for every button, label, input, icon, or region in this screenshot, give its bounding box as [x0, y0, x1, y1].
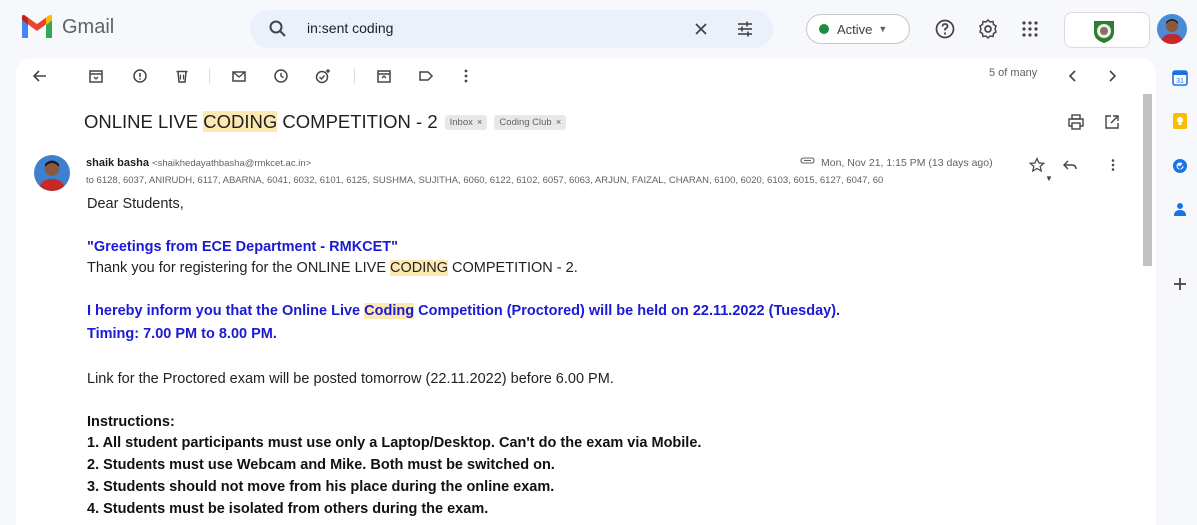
sender-name[interactable]: shaik basha [86, 157, 149, 169]
delete-icon[interactable] [172, 66, 192, 86]
subject-text: COMPETITION - 2 [277, 111, 438, 132]
inform-line: I hereby inform you that the Online Live… [87, 303, 840, 319]
remove-label-icon[interactable]: × [477, 117, 483, 128]
email-subject: ONLINE LIVE CODING COMPETITION - 2 [84, 111, 438, 133]
archive-icon[interactable] [86, 66, 106, 86]
calendar-icon[interactable]: 31 [1170, 68, 1190, 88]
next-icon[interactable] [1102, 66, 1122, 86]
back-icon[interactable] [30, 66, 50, 86]
pagination-text: 5 of many [989, 67, 1038, 79]
message-toolbar: 5 of many [16, 58, 1156, 92]
app-name: Gmail [62, 15, 115, 38]
status-label: Active [837, 21, 873, 37]
svg-text:31: 31 [1176, 78, 1184, 85]
print-icon[interactable] [1067, 113, 1085, 131]
instructions-title: Instructions: [87, 414, 175, 430]
email-date: Mon, Nov 21, 1:15 PM (13 days ago) [821, 157, 993, 169]
prev-icon[interactable] [1063, 66, 1083, 86]
star-icon[interactable] [1029, 157, 1045, 173]
contacts-icon[interactable] [1170, 199, 1190, 219]
instruction-item: 2. Students must use Webcam and Mike. Bo… [87, 457, 555, 473]
label-chip-text: Inbox [449, 116, 473, 128]
thanks-highlight: CODING [390, 260, 449, 276]
recipients-expand-icon[interactable]: ▼ [1045, 174, 1053, 183]
gmail-logo[interactable]: Gmail [20, 14, 114, 40]
open-new-window-icon[interactable] [1103, 113, 1121, 131]
inform-text: I hereby inform you that the Online Live [87, 303, 365, 319]
snooze-icon[interactable] [271, 66, 291, 86]
timing-line: Timing: 7.00 PM to 8.00 PM. [87, 326, 277, 342]
instruction-item: 3. Students should not move from his pla… [87, 479, 555, 495]
toolbar-divider [354, 68, 355, 84]
side-panel-rail: 31 [1163, 58, 1197, 525]
link-line: Link for the Proctored exam will be post… [87, 371, 614, 387]
greetings-line: "Greetings from ECE Department - RMKCET" [87, 239, 399, 255]
scrollbar-thumb[interactable] [1143, 94, 1152, 266]
label-chip-coding-club[interactable]: Coding Club × [494, 114, 567, 130]
instruction-item: 4. Students must be isolated from others… [87, 501, 489, 517]
inform-text: Competition (Proctored) will be held on … [414, 303, 841, 319]
filter-icon[interactable] [735, 19, 755, 39]
add-task-icon[interactable] [313, 66, 333, 86]
inform-highlight: Coding [364, 303, 415, 319]
avatar-image [1157, 14, 1187, 44]
apps-icon[interactable] [1018, 17, 1042, 41]
organization-logo[interactable] [1064, 12, 1150, 48]
email-card: 5 of many ONLINE LIVE CODING COMPETITION… [16, 58, 1156, 525]
clear-icon[interactable] [691, 19, 711, 39]
date-line: Mon, Nov 21, 1:15 PM (13 days ago) [799, 157, 993, 169]
status-dot [819, 24, 829, 34]
gmail-m-icon [22, 15, 52, 38]
subject-row: ONLINE LIVE CODING COMPETITION - 2 Inbox… [84, 108, 567, 136]
subject-highlight: CODING [203, 111, 278, 132]
more-options-icon[interactable] [456, 66, 476, 86]
attachment-icon [800, 157, 815, 164]
keep-icon[interactable] [1170, 111, 1190, 131]
mark-unread-icon[interactable] [229, 66, 249, 86]
top-bar: Gmail in:sent coding Active ▼ [0, 0, 1197, 58]
label-chip-text: Coding Club [499, 116, 552, 128]
sender-line: shaik basha <shaikhedayathbasha@rmkcet.a… [86, 157, 311, 169]
search-bar[interactable]: in:sent coding [250, 10, 773, 48]
sender-avatar[interactable] [34, 155, 70, 191]
sender-email: <shaikhedayathbasha@rmkcet.ac.in> [152, 158, 312, 169]
thanks-text: Thank you for registering for the ONLINE… [87, 260, 391, 276]
subject-text: ONLINE LIVE [84, 111, 204, 132]
greeting-text: Dear Students, [87, 196, 184, 212]
thanks-text: COMPETITION - 2. [448, 260, 578, 276]
move-to-icon[interactable] [374, 66, 394, 86]
account-avatar[interactable] [1157, 14, 1187, 44]
remove-label-icon[interactable]: × [556, 117, 562, 128]
college-seal-icon [1094, 21, 1114, 43]
toolbar-divider [209, 68, 210, 84]
label-chip-inbox[interactable]: Inbox × [444, 114, 488, 130]
status-dropdown[interactable]: Active ▼ [806, 14, 910, 44]
report-spam-icon[interactable] [130, 66, 150, 86]
tasks-icon[interactable] [1170, 156, 1190, 176]
recipients-line: to 6128, 6037, ANIRUDH, 6117, ABARNA, 60… [86, 175, 884, 186]
search-icon[interactable] [268, 19, 288, 39]
add-icon[interactable] [1170, 274, 1190, 294]
thanks-line: Thank you for registering for the ONLINE… [87, 260, 578, 276]
search-input[interactable]: in:sent coding [307, 20, 393, 36]
help-icon[interactable] [933, 17, 957, 41]
label-icon[interactable] [416, 66, 436, 86]
instruction-item: 1. All student participants must use onl… [87, 435, 702, 451]
reply-icon[interactable] [1062, 157, 1078, 173]
settings-icon[interactable] [976, 17, 1000, 41]
sender-photo [34, 155, 70, 191]
chevron-down-icon: ▼ [878, 24, 888, 34]
message-more-icon[interactable] [1105, 157, 1121, 173]
